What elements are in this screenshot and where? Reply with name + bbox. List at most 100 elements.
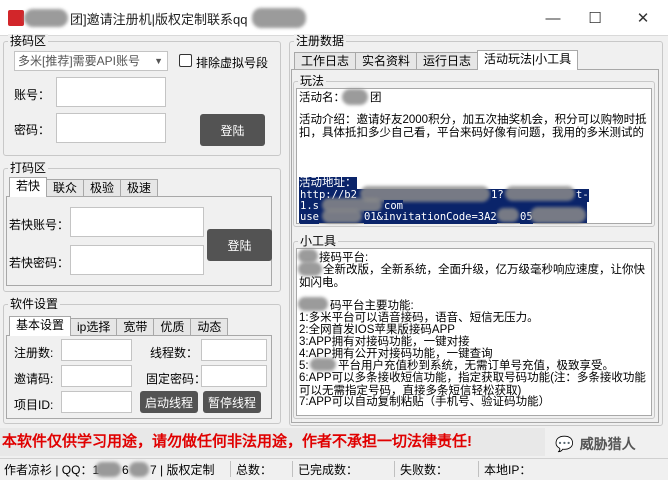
redacted-title-end (252, 8, 306, 28)
project-id-label: 项目ID: (14, 398, 54, 412)
status-author: 作者凉衫 | QQ：1 (4, 463, 100, 477)
app-icon (8, 10, 24, 26)
features-title: 码平台主要功能: (330, 300, 414, 312)
minimize-button[interactable]: — (530, 0, 576, 36)
activity-intro: 活动介绍：邀请好友2000积分，加五次抽奖机会，积分可以购物时抵扣，具体抵扣多少… (299, 114, 647, 139)
redacted-url-5 (497, 208, 519, 222)
redacted-url-2 (505, 186, 575, 201)
status-divider-1 (230, 461, 231, 477)
tab-ip-select[interactable]: ip选择 (70, 318, 118, 336)
registered-count-field[interactable] (61, 339, 132, 361)
jiema-group-title: 接码区 (8, 34, 49, 48)
redacted-feature-5 (310, 358, 336, 371)
api-select-value: 多米[推荐]需要API账号 (18, 54, 141, 68)
redacted-title-start (24, 9, 68, 27)
password-label: 密码： (14, 123, 51, 137)
window-title: ]邀请注册机|版权定制联系qq (83, 12, 248, 27)
tab-jisu[interactable]: 极速 (120, 179, 159, 197)
status-fail: 失败数： (400, 463, 449, 477)
tab-jiyan[interactable]: 极验 (83, 179, 122, 197)
status-divider-4 (478, 461, 479, 477)
ruokuai-account-label: 若快账号： (9, 218, 70, 232)
activity-url-tail: t- (576, 189, 589, 202)
activity-url-line3-head: use (300, 211, 319, 224)
fixed-password-field[interactable] (201, 365, 267, 387)
activity-address-label: 活动地址： (299, 177, 357, 190)
tab-realname-data[interactable]: 实名资料 (355, 52, 418, 70)
watermark: 💬 威胁猎人 (555, 432, 667, 456)
legal-warning: 本软件仅供学习用途，请勿做任何非法用途，作者不承担一切法律责任! (0, 428, 545, 456)
ruokuai-password-input[interactable] (70, 245, 204, 275)
status-divider-3 (394, 461, 395, 477)
register-group-title: 注册数据 (294, 34, 347, 48)
software-group-title: 软件设置 (8, 297, 61, 311)
window-title-prefix: 团 (70, 12, 84, 27)
platform-news: 全新改版，全新系统，全面升级，亿万级毫秒响应速度，让你快如闪电。 (299, 264, 645, 289)
dama-login-button[interactable]: 登陆 (207, 229, 272, 261)
redacted-url-4 (322, 209, 362, 223)
invite-code-field[interactable] (61, 365, 132, 387)
thread-count-field[interactable] (201, 339, 267, 361)
redacted-activity-name (342, 89, 368, 105)
redacted-platform-name-3 (298, 297, 328, 311)
project-id-field[interactable] (61, 391, 132, 413)
pause-threads-button[interactable]: 暂停线程 (203, 391, 261, 413)
activity-url-q: 1? (491, 189, 504, 202)
status-divider-2 (292, 461, 293, 477)
ruokuai-password-label: 若快密码： (9, 256, 70, 270)
wechat-icon: 💬 (555, 436, 574, 453)
dama-group-title: 打码区 (8, 161, 49, 175)
api-select[interactable]: 多米[推荐]需要API账号 ▼ (14, 51, 168, 71)
tab-ruokuai[interactable]: 若快 (9, 177, 48, 197)
status-author-mid: 6 (122, 463, 129, 477)
start-threads-button[interactable]: 启动线程 (140, 391, 198, 413)
ruokuai-account-input[interactable] (70, 207, 204, 237)
account-label: 账号： (14, 88, 51, 102)
tab-lianzhong[interactable]: 联众 (46, 179, 85, 197)
feature-7: 7:APP可以自动复制粘贴（手机号、验证码功能） (299, 396, 551, 408)
tab-activity-tools[interactable]: 活动玩法|小工具 (477, 50, 579, 70)
feature-5: 平台用户充值秒到系统，无需订单号充值，极致享受。 (338, 360, 614, 372)
chevron-down-icon: ▼ (154, 56, 163, 66)
feature-2: 2:全网首发IOS苹果版接码APP (299, 324, 455, 336)
tab-basic-settings[interactable]: 基本设置 (9, 316, 72, 336)
status-author-tail: 7 | 版权定制 (150, 463, 215, 477)
redacted-url-6 (530, 207, 586, 223)
feature-3: 3:APP拥有对接码功能，一键对接 (299, 336, 470, 348)
tab-dynamic[interactable]: 动态 (190, 318, 229, 336)
play-group-title: 玩法 (298, 74, 327, 88)
register-tabs: 工作日志 实名资料 运行日志 活动玩法|小工具 (294, 50, 579, 70)
registered-count-label: 注册数: (14, 346, 54, 360)
platform-title: 接码平台: (319, 252, 369, 264)
exclude-virtual-label: 排除虚拟号段 (196, 56, 269, 70)
dama-tabs: 若快 联众 极验 极速 (9, 177, 159, 197)
redacted-qq (95, 462, 121, 477)
close-button[interactable]: ✕ (620, 0, 666, 36)
feature-5-num: 5: (299, 360, 309, 372)
redacted-platform-name (298, 249, 318, 263)
activity-name-label: 活动名： (299, 92, 345, 104)
status-done: 已完成数： (298, 463, 359, 477)
maximize-button[interactable]: ☐ (572, 0, 618, 36)
thread-count-label: 线程数： (150, 346, 199, 360)
feature-6: 6:APP可以多条接收短信功能，指定获取号码功能(注：多条接收功能可以无需指定号… (299, 372, 646, 397)
exclude-virtual-checkbox[interactable] (179, 54, 192, 67)
password-input[interactable] (56, 113, 166, 143)
jiema-login-button[interactable]: 登陆 (200, 114, 265, 146)
activity-url-line3: 01&invitationCode=3A2 (364, 211, 497, 224)
tab-run-log[interactable]: 运行日志 (416, 52, 479, 70)
watermark-text: 威胁猎人 (579, 436, 636, 452)
tab-broadband[interactable]: 宽带 (116, 318, 155, 336)
status-local-ip: 本地IP： (484, 463, 532, 477)
account-input[interactable] (56, 77, 166, 107)
status-total: 总数： (236, 463, 273, 477)
tab-quality[interactable]: 优质 (153, 318, 192, 336)
redacted-qq-2 (129, 462, 149, 477)
invite-code-label: 邀请码: (14, 372, 54, 386)
software-tabs: 基本设置 ip选择 宽带 优质 动态 (9, 316, 229, 336)
tab-work-log[interactable]: 工作日志 (294, 52, 357, 70)
status-bar: 作者凉衫 | QQ：1 6 7 | 版权定制 总数： 已完成数： 失败数： 本地… (0, 458, 668, 479)
fixed-password-label: 固定密码： (146, 372, 207, 386)
feature-1: 1:多米平台可以语音接码，语音、短信无压力。 (299, 312, 539, 324)
activity-name-suffix: 团 (370, 92, 382, 104)
